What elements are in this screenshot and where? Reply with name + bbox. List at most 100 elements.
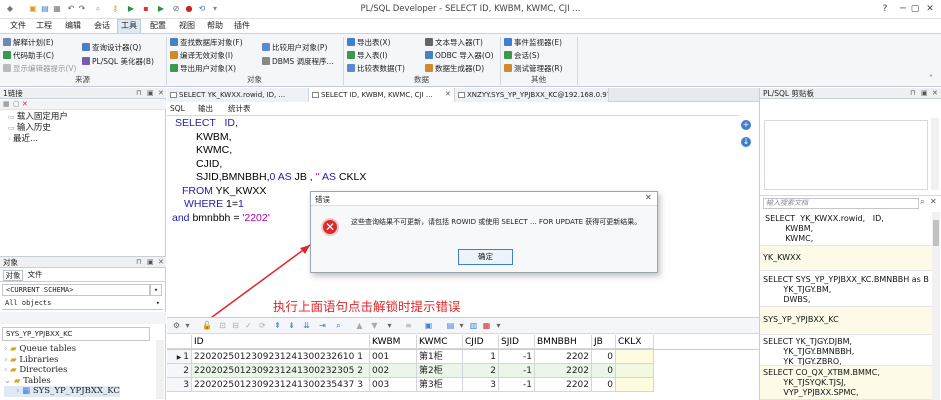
ok-button[interactable]: 确定	[458, 249, 513, 265]
grid-cell[interactable]: 001	[370, 350, 417, 364]
export-icon[interactable]: ▤	[446, 321, 455, 330]
doc-tab-3[interactable]: XNZYY.SYS_YP_YPJBXX_KC@192.168.0.97	[455, 88, 609, 102]
first-record-icon[interactable]: ⇞	[273, 321, 282, 330]
menu-file[interactable]: 文件	[7, 19, 29, 33]
insert-row-icon[interactable]: ⊡	[218, 321, 227, 330]
data-generator-button[interactable]: 数据生成器(D)	[425, 63, 484, 75]
column-header[interactable]: CJID	[463, 335, 499, 349]
code-assistant-button[interactable]: 代码助手(C)	[3, 50, 54, 62]
grid-cell[interactable]: -1	[499, 364, 535, 378]
grid-cell[interactable]: 第3柜	[417, 378, 463, 392]
sort-icon[interactable]: ▼	[370, 321, 379, 330]
panel-close-icon[interactable]: ✕	[158, 89, 164, 97]
grid-cell[interactable]: 003	[370, 378, 417, 392]
grid-cell[interactable]: 第1柜	[417, 350, 463, 364]
compare-user-objects-button[interactable]: 比较用户对象(P)	[262, 42, 327, 54]
grid-cell[interactable]: -1	[499, 378, 535, 392]
tab-statistics[interactable]: 统计表	[228, 103, 251, 115]
single-record-icon[interactable]: ≡	[404, 321, 413, 330]
column-header[interactable]: CKLX	[616, 335, 654, 349]
clear-icon[interactable]: ✕	[930, 197, 937, 206]
tab-output[interactable]: 输出	[198, 103, 213, 115]
delete-row-icon[interactable]: ⊟	[231, 321, 240, 330]
unlock-icon[interactable]: 🔓	[202, 321, 212, 330]
delete-icon[interactable]: ✕	[22, 100, 28, 108]
doc-tab-1[interactable]: SELECT YK_KWXX.rowid, ID, ...	[167, 88, 309, 102]
query-designer-button[interactable]: 查询设计器(Q)	[82, 42, 141, 54]
grid-cell[interactable]: 2202025012309231241300232305 2	[192, 364, 370, 378]
export-dropdown-icon[interactable]: ▾	[457, 321, 466, 330]
test-manager-button[interactable]: 测试管理器(R)	[504, 63, 563, 75]
collapse-ribbon-icon[interactable]: ˄	[929, 74, 933, 83]
grid-dropdown-icon[interactable]: ▾	[183, 321, 192, 330]
compare-table-data-button[interactable]: 比较表数据(T)	[347, 63, 405, 75]
column-header[interactable]: JB	[592, 335, 616, 349]
explain-plan-button[interactable]: 解释计划(E)	[3, 37, 54, 49]
plsql-beautifier-button[interactable]: PL/SQL 美化器(B)	[82, 56, 154, 68]
export-tables-button[interactable]: 导出表(X)	[347, 37, 391, 49]
post-changes-icon[interactable]: ✓	[244, 321, 253, 330]
clipboard-item[interactable]: SELECT SYS_YP_YPJBXX_KC.BMNBBH as B YK_T…	[760, 271, 932, 307]
grid-cell[interactable]	[616, 364, 654, 378]
print-grid-icon[interactable]: ▦	[482, 321, 491, 330]
tab-sql[interactable]: SQL	[170, 103, 185, 115]
menu-plugins[interactable]: 插件	[231, 19, 253, 33]
filter-icon[interactable]: ▲	[355, 321, 364, 330]
grid-cell[interactable]: 002	[370, 364, 417, 378]
grid-cell[interactable]: 0	[592, 378, 616, 392]
pin-icon[interactable]: ⊓	[136, 89, 141, 97]
pin-icon[interactable]: ⊓	[910, 89, 915, 97]
grid-cell[interactable]: 3	[463, 378, 499, 392]
text-importer-button[interactable]: 文本导入器(T)	[425, 37, 483, 49]
column-header[interactable]: KWMC	[417, 335, 463, 349]
tree-item[interactable]: ⌄ ▰ Tables	[4, 376, 120, 387]
prev-page-icon[interactable]: ⇟	[287, 321, 296, 330]
menu-project[interactable]: 工程	[33, 19, 55, 33]
odbc-importer-button[interactable]: ODBC 导入器(O)	[425, 50, 494, 62]
grid-cell[interactable]	[616, 350, 654, 364]
clipboard-item[interactable]: SYS_YP_YPJBXX_KC	[760, 307, 932, 335]
grid-cell[interactable]: 2202025012309231241300232610 1	[192, 350, 370, 364]
table-row[interactable]: 3 2202025012309231241300235437 3 003 第3柜…	[167, 378, 654, 392]
menu-edit[interactable]: 编辑	[62, 19, 84, 33]
chart-icon[interactable]: ▥	[469, 321, 478, 330]
clipboard-item[interactable]: YK_KWXX	[760, 246, 932, 271]
menu-view[interactable]: 视图	[176, 19, 198, 33]
grid-cell[interactable]: 2202	[535, 364, 592, 378]
dbms-scheduler-button[interactable]: DBMS 调度程序...	[262, 56, 334, 68]
remove-icon[interactable]: ▢	[13, 100, 20, 108]
filter-dropdown-icon[interactable]: ▾	[156, 298, 163, 308]
dialog-close-icon[interactable]: ✕	[645, 193, 652, 202]
grid-cell[interactable]: -1	[499, 350, 535, 364]
clipboard-item[interactable]: SELECT YK_KWXX.rowid, ID, KWBM, KWMC,	[760, 212, 932, 246]
list-item[interactable]: ▭ 输入历史	[8, 123, 68, 134]
grid-settings-icon[interactable]: ⚙	[172, 321, 181, 330]
print-dropdown-icon[interactable]: ▾	[494, 321, 503, 330]
add-icon[interactable]: ▦	[3, 100, 10, 108]
menu-config[interactable]: 配置	[147, 19, 169, 33]
panel-close-icon[interactable]: ✕	[158, 258, 164, 266]
column-header[interactable]: SJID	[499, 335, 535, 349]
table-row[interactable]: 2 2202025012309231241300232305 2 002 第2柜…	[167, 364, 654, 378]
toolbar-dropdown-icon[interactable]: ▾	[385, 321, 394, 330]
save-results-icon[interactable]: ▣	[424, 321, 433, 330]
tree-item[interactable]: › ▰ Libraries	[4, 355, 120, 366]
next-page-icon[interactable]: ⇊	[302, 321, 311, 330]
query-by-example-icon[interactable]: ⌕	[334, 321, 343, 330]
add-circle-icon[interactable]: +	[741, 120, 751, 130]
tab-close-icon[interactable]: ✕	[445, 90, 451, 98]
grid-cell[interactable]: 0	[592, 350, 616, 364]
down-circle-icon[interactable]: ↓	[741, 137, 751, 147]
scrollbar[interactable]	[931, 118, 939, 190]
tab-objects[interactable]: 对象	[3, 270, 23, 281]
object-filter-select[interactable]: All objects ▾	[2, 298, 163, 310]
table-row[interactable]: ▶ 1 2202025012309231241300232610 1 001 第…	[167, 350, 654, 364]
clipboard-item[interactable]: SELECT YK_TJGY.DJBM, YK_TJGY.BMNBBH, YK_…	[760, 335, 932, 366]
grid-cell[interactable]	[616, 378, 654, 392]
schema-dropdown-icon[interactable]: ▾	[150, 284, 162, 296]
panel-menu-icon[interactable]: ▣	[921, 89, 928, 97]
clipboard-scrollbar[interactable]	[932, 212, 940, 400]
grid-cell[interactable]: 1	[463, 350, 499, 364]
schema-select[interactable]: <CURRENT SCHEMA>	[2, 284, 150, 296]
grid-cell[interactable]: 第2柜	[417, 364, 463, 378]
